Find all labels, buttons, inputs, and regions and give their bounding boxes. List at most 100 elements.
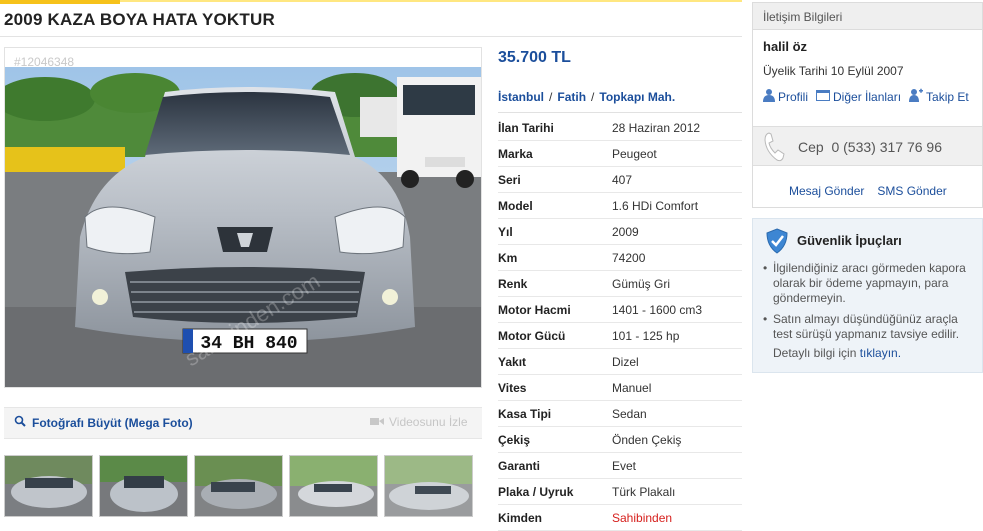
- video-label: Videosunu İzle: [389, 415, 468, 429]
- detail-value: Gümüş Gri: [612, 276, 671, 291]
- header-accent-bar: [0, 0, 120, 4]
- detail-row: İlan Tarihi 28 Haziran 2012: [498, 115, 742, 141]
- video-link[interactable]: Videosunu İzle: [370, 415, 468, 429]
- follow-link[interactable]: Takip Et: [909, 88, 969, 105]
- window-icon: [816, 89, 831, 104]
- phone-band: Cep 0 (533) 317 76 96: [753, 126, 982, 166]
- breadcrumb-location: İstanbul / Fatih / Topkapı Mah.: [498, 90, 675, 104]
- detail-row: Renk Gümüş Gri: [498, 271, 742, 297]
- detail-value: Sedan: [612, 406, 647, 421]
- phone-handset-icon: [763, 132, 787, 167]
- listing-title: 2009 KAZA BOYA HATA YOKTUR: [4, 10, 275, 29]
- video-camera-icon: [370, 415, 384, 429]
- location-city[interactable]: İstanbul: [498, 90, 544, 104]
- detail-key: Garanti: [498, 458, 541, 473]
- detail-row: Kasa Tipi Sedan: [498, 401, 742, 427]
- thumbnail-strip: [4, 455, 473, 517]
- member-since: Üyelik Tarihi 10 Eylül 2007: [763, 64, 904, 78]
- detail-key: Vites: [498, 380, 527, 395]
- detail-key: Plaka / Uyruk: [498, 484, 574, 499]
- safety-more-link[interactable]: tıklayın.: [860, 346, 901, 360]
- detail-key: Km: [498, 250, 518, 265]
- contact-panel-header: İletişim Bilgileri: [753, 3, 982, 30]
- detail-value: 74200: [612, 250, 646, 265]
- detail-row: Seri 407: [498, 167, 742, 193]
- seller-name: halil öz: [763, 39, 808, 54]
- detail-row: Motor Hacmi 1401 - 1600 cm3: [498, 297, 742, 323]
- details-table: İlan Tarihi 28 Haziran 2012 Marka Peugeot …: [498, 115, 742, 531]
- location-divider: [498, 112, 742, 113]
- detail-row: Çekiş Önden Çekiş: [498, 427, 742, 453]
- safety-tips-panel: Güvenlik İpuçları İlgilendiğiniz aracı g…: [752, 218, 983, 373]
- detail-value: 101 - 125 hp: [612, 328, 680, 343]
- detail-key: Marka: [498, 146, 533, 161]
- detail-row: Model 1.6 HDi Comfort: [498, 193, 742, 219]
- detail-key: Yıl: [498, 224, 513, 239]
- send-sms-link[interactable]: SMS Gönder: [877, 184, 946, 198]
- thumbnail[interactable]: [4, 455, 93, 517]
- other-listings-label: Diğer İlanları: [833, 89, 902, 104]
- detail-value: 407: [612, 172, 633, 187]
- price: 35.700 TL: [498, 49, 571, 66]
- mega-foto-link[interactable]: Fotoğrafı Büyüt (Mega Foto): [14, 415, 193, 430]
- detail-row: Yakıt Dizel: [498, 349, 742, 375]
- detail-value: Dizel: [612, 354, 639, 369]
- detail-key: Seri: [498, 172, 521, 187]
- safety-tips-list: İlgilendiğiniz aracı görmeden kapora ola…: [763, 261, 975, 348]
- thumbnail[interactable]: [194, 455, 283, 517]
- detail-key: Yakıt: [498, 354, 527, 369]
- detail-key: Motor Hacmi: [498, 302, 571, 317]
- detail-key: Model: [498, 198, 533, 213]
- detail-key: Kimden: [498, 510, 543, 525]
- detail-row: Yıl 2009: [498, 219, 742, 245]
- detail-row: Km 74200: [498, 245, 742, 271]
- detail-value: Manuel: [612, 380, 652, 395]
- detail-value: Peugeot: [612, 146, 657, 161]
- detail-value: 2009: [612, 224, 639, 239]
- safety-tip: İlgilendiğiniz aracı görmeden kapora ola…: [763, 261, 975, 306]
- license-plate: 34 BH 840: [200, 334, 297, 354]
- safety-tips-title: Güvenlik İpuçları: [797, 233, 902, 248]
- safety-more-prefix: Detaylı bilgi için: [773, 346, 857, 360]
- detail-key: Kasa Tipi: [498, 406, 552, 421]
- detail-value-seller-type: Sahibinden: [612, 510, 673, 525]
- detail-row: Plaka / Uyruk Türk Plakalı: [498, 479, 742, 505]
- main-photo[interactable]: sahibinden.com 34 BH 840: [5, 67, 481, 387]
- safety-more-info: Detaylı bilgi için tıklayın.: [773, 346, 901, 360]
- detail-value: 1.6 HDi Comfort: [612, 198, 699, 213]
- detail-value: 1401 - 1600 cm3: [612, 302, 703, 317]
- detail-row: Kimden Sahibinden: [498, 505, 742, 531]
- detail-key: Renk: [498, 276, 528, 291]
- other-listings-link[interactable]: Diğer İlanları: [816, 88, 901, 105]
- magnifier-icon: [14, 415, 26, 430]
- location-district[interactable]: Fatih: [557, 90, 586, 104]
- send-message-link[interactable]: Mesaj Gönder: [789, 184, 864, 198]
- detail-row: Garanti Evet: [498, 453, 742, 479]
- detail-row: Vites Manuel: [498, 375, 742, 401]
- thumbnail[interactable]: [384, 455, 473, 517]
- detail-value: Türk Plakalı: [612, 484, 676, 499]
- profile-link[interactable]: Profili: [763, 88, 808, 105]
- safety-tip: Satın almayı düşündüğünüz araçla test sü…: [763, 312, 975, 342]
- thumbnail[interactable]: [99, 455, 188, 517]
- follow-label: Takip Et: [926, 89, 969, 104]
- thumbnail[interactable]: [289, 455, 378, 517]
- location-neighborhood[interactable]: Topkapı Mah.: [599, 90, 675, 104]
- phone-number[interactable]: Cep 0 (533) 317 76 96: [798, 139, 942, 155]
- detail-row: Marka Peugeot: [498, 141, 742, 167]
- location-separator: /: [591, 90, 595, 104]
- phone-number-value: 0 (533) 317 76 96: [831, 139, 942, 155]
- detail-key: Çekiş: [498, 432, 531, 447]
- detail-value: Önden Çekiş: [612, 432, 682, 447]
- detail-row: Motor Gücü 101 - 125 hp: [498, 323, 742, 349]
- mega-foto-label: Fotoğrafı Büyüt (Mega Foto): [32, 415, 193, 430]
- person-icon: [763, 88, 775, 105]
- phone-label: Cep: [798, 139, 824, 155]
- contact-panel: İletişim Bilgileri halil öz Üyelik Tarih…: [752, 2, 983, 208]
- message-links: Mesaj Gönder SMS Gönder: [789, 184, 947, 198]
- header-line: [120, 0, 742, 2]
- detail-value: 28 Haziran 2012: [612, 120, 701, 135]
- detail-key: İlan Tarihi: [498, 120, 554, 135]
- detail-value: Evet: [612, 458, 637, 473]
- follow-person-icon: [909, 88, 924, 105]
